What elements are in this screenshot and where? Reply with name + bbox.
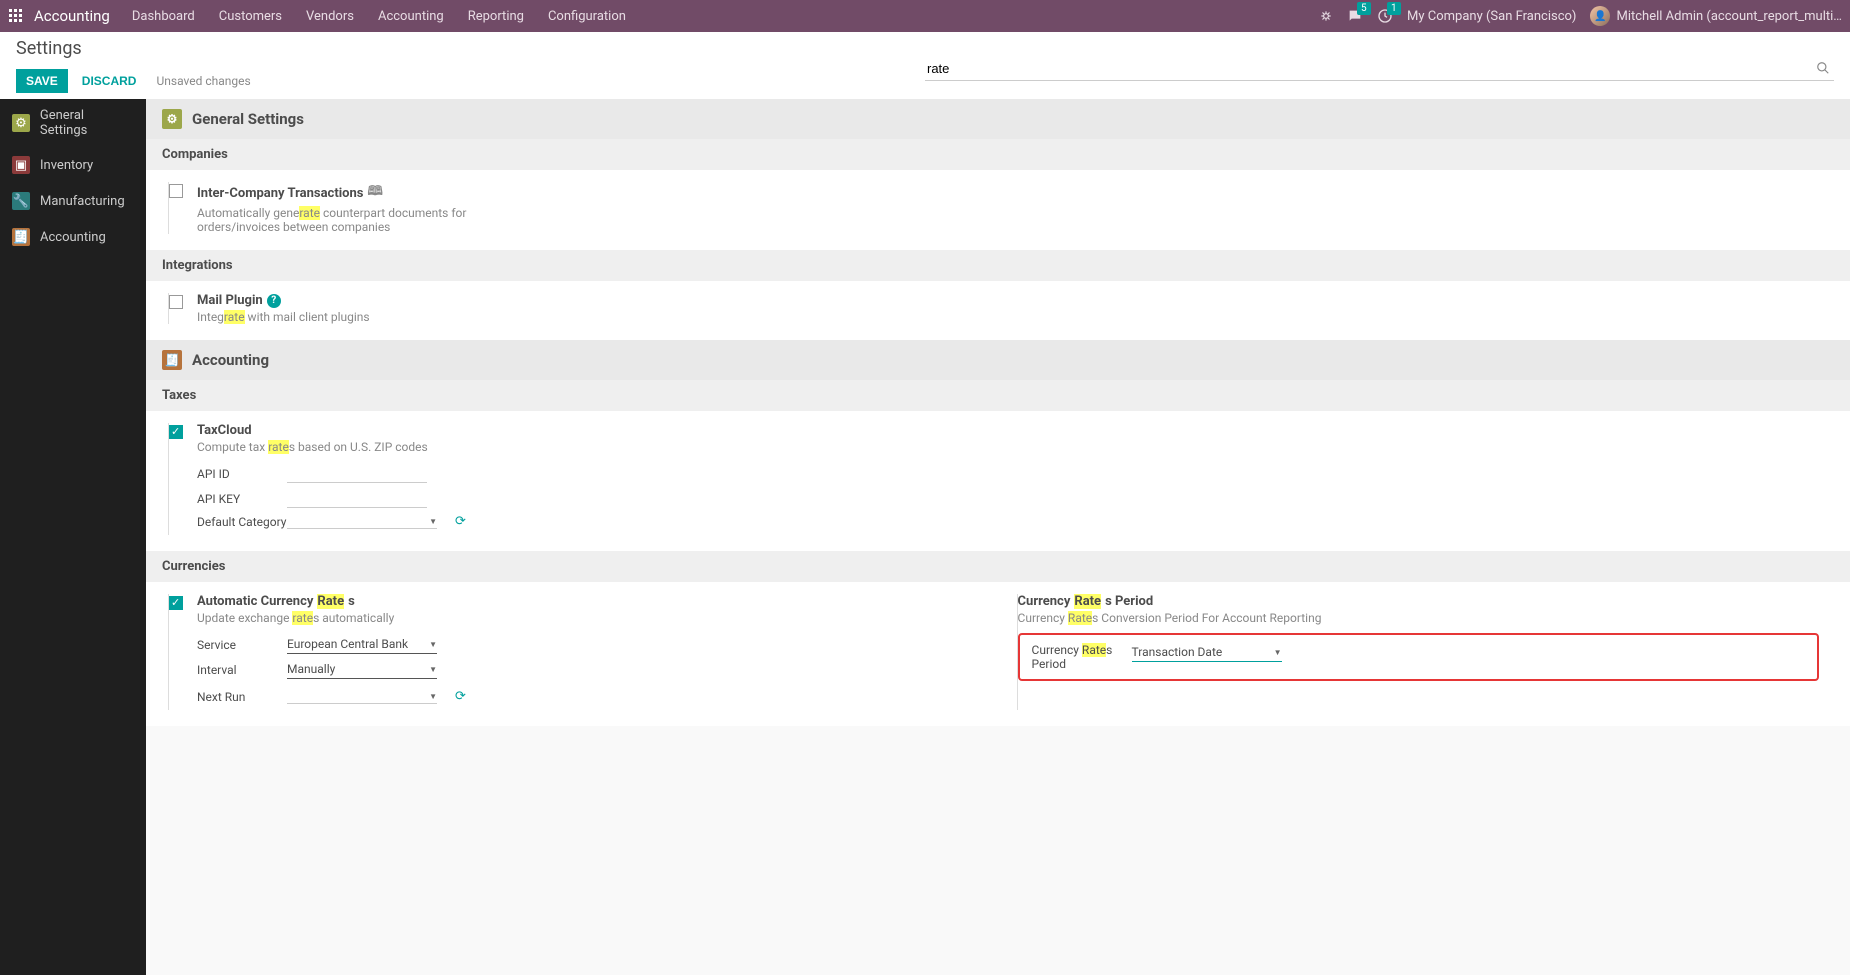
user-label: Mitchell Admin (account_report_multi… (1616, 9, 1842, 24)
messages-icon[interactable]: 5 (1347, 8, 1363, 24)
sidebar-label: Accounting (40, 230, 106, 245)
taxcloud-title: TaxCloud (197, 423, 971, 438)
apps-icon[interactable] (8, 8, 24, 24)
settings-sidebar: ⚙ General Settings ▣ Inventory 🔧 Manufac… (0, 99, 146, 975)
intercompany-title: Inter-Company Transactions 🕮 (197, 182, 971, 204)
app-header-accounting: 🧾 Accounting (146, 340, 1850, 380)
mailplugin-desc: Integrate with mail client plugins (197, 310, 537, 324)
company-switcher[interactable]: My Company (San Francisco) (1407, 9, 1576, 24)
user-menu[interactable]: 👤 Mitchell Admin (account_report_multi… (1590, 6, 1842, 26)
gear-icon: ⚙ (12, 114, 30, 132)
sidebar-item-general[interactable]: ⚙ General Settings (0, 99, 146, 147)
doc-link-icon[interactable]: 🕮 (367, 182, 382, 204)
refresh-icon[interactable]: ⟳ (455, 514, 466, 529)
mailplugin-title: Mail Plugin ? (197, 293, 971, 308)
settings-content: ⚙ General Settings Companies Inter-Compa… (146, 99, 1850, 975)
activities-badge: 1 (1387, 2, 1401, 15)
brand-label[interactable]: Accounting (34, 7, 110, 25)
wrench-icon: 🔧 (12, 192, 30, 210)
intercompany-desc: Automatically generate counterpart docum… (197, 206, 537, 234)
activities-icon[interactable]: 1 (1377, 8, 1393, 24)
section-currencies: Currencies (146, 551, 1850, 582)
top-nav: Dashboard Customers Vendors Accounting R… (132, 9, 626, 24)
nav-accounting[interactable]: Accounting (378, 9, 444, 24)
api-id-input[interactable] (287, 464, 427, 483)
page-title: Settings (16, 38, 251, 65)
main: ⚙ General Settings ▣ Inventory 🔧 Manufac… (0, 99, 1850, 975)
interval-select[interactable]: Manually▼ (287, 660, 437, 679)
sidebar-label: Manufacturing (40, 194, 125, 209)
autorates-desc: Update exchange rates automatically (197, 611, 537, 625)
invoice-icon: 🧾 (162, 350, 182, 370)
sidebar-item-inventory[interactable]: ▣ Inventory (0, 147, 146, 183)
intercompany-checkbox[interactable] (169, 184, 183, 198)
nav-customers[interactable]: Customers (219, 9, 282, 24)
save-button[interactable]: SAVE (16, 69, 68, 93)
app-header-general: ⚙ General Settings (146, 99, 1850, 139)
ratesperiod-select[interactable]: Transaction Date▼ (1132, 643, 1282, 662)
service-select[interactable]: European Central Bank▼ (287, 635, 437, 654)
sidebar-label: General Settings (40, 108, 134, 138)
nav-reporting[interactable]: Reporting (468, 9, 524, 24)
section-integrations: Integrations (146, 250, 1850, 281)
ratesperiod-field-label: Currency Rates Period (1032, 643, 1118, 671)
search-icon[interactable] (1812, 61, 1834, 75)
sidebar-item-manufacturing[interactable]: 🔧 Manufacturing (0, 183, 146, 219)
box-icon: ▣ (12, 156, 30, 174)
help-icon[interactable]: ? (267, 294, 281, 308)
api-key-input[interactable] (287, 489, 427, 508)
nav-vendors[interactable]: Vendors (306, 9, 354, 24)
sidebar-label: Inventory (40, 158, 93, 173)
autorates-title: Automatic Currency Rates (197, 594, 971, 609)
interval-label: Interval (197, 663, 287, 677)
topbar-right: 5 1 My Company (San Francisco) 👤 Mitchel… (1319, 6, 1842, 26)
search-input[interactable] (925, 57, 1812, 80)
topbar: Accounting Dashboard Customers Vendors A… (0, 0, 1850, 32)
messages-badge: 5 (1357, 2, 1371, 15)
nextrun-select[interactable]: ▼ (287, 690, 437, 704)
sidebar-item-accounting[interactable]: 🧾 Accounting (0, 219, 146, 255)
control-panel: Settings SAVE DISCARD Unsaved changes (0, 32, 1850, 99)
section-taxes: Taxes (146, 380, 1850, 411)
default-category-label: Default Category (197, 515, 287, 529)
nav-dashboard[interactable]: Dashboard (132, 9, 195, 24)
mailplugin-checkbox[interactable] (169, 295, 183, 309)
section-companies: Companies (146, 139, 1850, 170)
gear-icon: ⚙ (162, 109, 182, 129)
service-label: Service (197, 638, 287, 652)
rates-period-highlight-box: Currency Rates Period Transaction Date▼ (1018, 633, 1820, 681)
api-id-label: API ID (197, 467, 287, 481)
ratesperiod-title: Currency Rates Period (1018, 594, 1820, 609)
ratesperiod-desc: Currency Rates Conversion Period For Acc… (1018, 611, 1358, 625)
default-category-select[interactable]: ▼ (287, 515, 437, 529)
autorates-checkbox[interactable] (169, 596, 183, 610)
nextrun-label: Next Run (197, 690, 287, 704)
avatar-icon: 👤 (1590, 6, 1610, 26)
search-box[interactable] (925, 57, 1834, 81)
refresh-icon[interactable]: ⟳ (455, 689, 466, 704)
discard-button[interactable]: DISCARD (72, 69, 147, 93)
debug-icon[interactable] (1319, 9, 1333, 23)
invoice-icon: 🧾 (12, 228, 30, 246)
taxcloud-desc: Compute tax rates based on U.S. ZIP code… (197, 440, 537, 454)
api-key-label: API KEY (197, 492, 287, 506)
nav-configuration[interactable]: Configuration (548, 9, 626, 24)
unsaved-status: Unsaved changes (150, 74, 250, 88)
taxcloud-checkbox[interactable] (169, 425, 183, 439)
